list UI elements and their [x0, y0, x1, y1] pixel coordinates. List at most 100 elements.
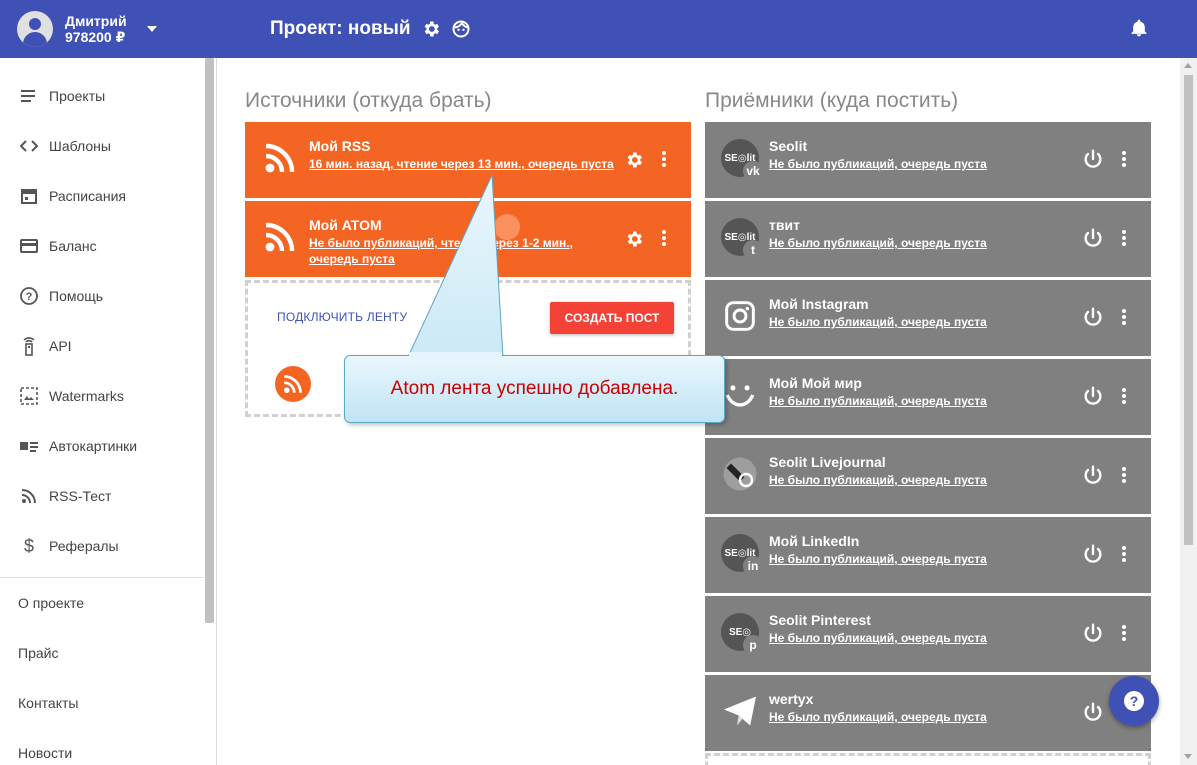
scroll-up-icon[interactable]	[1184, 63, 1192, 68]
tooltip-joint	[409, 352, 502, 358]
connect-feed-button[interactable]: ПОДКЛЮЧИТЬ ЛЕНТУ	[277, 310, 407, 324]
user-menu[interactable]: Дмитрий 978200 ₽	[0, 0, 217, 58]
receiver-status-link[interactable]: Не было публикаций, очередь пуста	[769, 156, 987, 172]
receiver-status-link[interactable]: Не было публикаций, очередь пуста	[769, 235, 987, 251]
calendar-icon	[19, 186, 39, 206]
image-list-icon	[19, 436, 39, 456]
scroll-down-icon[interactable]	[1184, 754, 1192, 759]
receiver-status-link[interactable]: Не было публикаций, очередь пуста	[769, 472, 987, 488]
source-status-link[interactable]: 16 мин. назад, чтение через 13 мин., оче…	[309, 156, 619, 172]
moymir-icon	[721, 376, 759, 414]
receiver-card[interactable]: SE◎lit t твит Не было публикаций, очередь…	[705, 201, 1151, 277]
user-balance: 978200 ₽	[65, 29, 126, 45]
sidebar-item-help[interactable]: ? Помощь	[0, 271, 216, 321]
sidebar-item-label: Автокартинки	[49, 438, 138, 454]
rss-icon	[19, 486, 39, 506]
source-status-link[interactable]: Не было публикаций, чтение через 1-2 мин…	[309, 235, 619, 267]
gear-icon[interactable]	[624, 150, 644, 175]
more-vert-icon[interactable]	[1121, 308, 1127, 331]
power-icon[interactable]	[1082, 701, 1104, 728]
caret-down-icon[interactable]	[146, 26, 157, 32]
source-card[interactable]: Мой RSS 16 мин. назад, чтение через 13 м…	[245, 122, 691, 198]
more-vert-icon[interactable]	[661, 150, 667, 173]
sidebar-item-balance[interactable]: Баланс	[0, 221, 216, 271]
more-vert-icon[interactable]	[1121, 624, 1127, 647]
receiver-card[interactable]: Seolit Livejournal Не было публикаций, о…	[705, 438, 1151, 514]
gear-icon[interactable]	[624, 229, 644, 254]
receiver-status-link[interactable]: Не было публикаций, очередь пуста	[769, 314, 987, 330]
receiver-name: Seolit	[769, 138, 808, 154]
watermark-icon	[19, 386, 39, 406]
more-vert-icon[interactable]	[1121, 150, 1127, 173]
more-vert-icon[interactable]	[1121, 229, 1127, 252]
list-icon	[19, 86, 39, 106]
more-vert-icon[interactable]	[1121, 466, 1127, 489]
remote-icon	[19, 336, 39, 356]
sidebar-item-watermarks[interactable]: Watermarks	[0, 371, 216, 421]
power-icon[interactable]	[1082, 306, 1104, 333]
receiver-name: Мой LinkedIn	[769, 533, 860, 549]
receiver-status-link[interactable]: Не было публикаций, очередь пуста	[769, 551, 987, 567]
power-icon[interactable]	[1082, 622, 1104, 649]
sidebar-item-referrals[interactable]: $ Рефералы	[0, 521, 216, 571]
sidebar-link-news[interactable]: Новости	[0, 728, 216, 765]
receivers-title: Приёмники (куда постить)	[705, 89, 959, 112]
source-name: Мой ATOM	[309, 217, 382, 233]
more-vert-icon[interactable]	[661, 229, 667, 252]
receiver-card[interactable]: Мой Instagram Не было публикаций, очеред…	[705, 280, 1151, 356]
sidebar-link-about[interactable]: О проекте	[0, 578, 216, 628]
pinterest-icon: SE◎ p	[721, 613, 763, 655]
sidebar-item-templates[interactable]: Шаблоны	[0, 121, 216, 171]
sidebar-item-rss-test[interactable]: RSS-Тест	[0, 471, 216, 521]
power-icon[interactable]	[1082, 543, 1104, 570]
sidebar-link-price[interactable]: Прайс	[0, 628, 216, 678]
user-name: Дмитрий	[65, 13, 127, 29]
gear-icon[interactable]	[421, 19, 441, 39]
rss-icon[interactable]	[275, 366, 311, 402]
receiver-status-link[interactable]: Не было публикаций, очередь пуста	[769, 393, 987, 409]
more-vert-icon[interactable]	[1121, 387, 1127, 410]
sidebar-item-label: Помощь	[49, 288, 104, 304]
receiver-name: Seolit Livejournal	[769, 454, 886, 470]
top-bar: Проект: новый	[217, 0, 1197, 58]
help-button[interactable]: ?	[1109, 676, 1159, 726]
sidebar-item-autoimages[interactable]: Автокартинки	[0, 421, 216, 471]
sidebar: Проекты Шаблоны Расписания Баланс ? Помо…	[0, 58, 217, 765]
bell-icon[interactable]	[1129, 17, 1149, 44]
receiver-card[interactable]: wertyx Не было публикаций, очередь пуста	[705, 675, 1151, 751]
receiver-card[interactable]: SE◎lit in Мой LinkedIn Не было публикаций…	[705, 517, 1151, 593]
main-scrollbar-thumb[interactable]	[1184, 75, 1193, 545]
help-icon: ?	[19, 286, 39, 306]
receiver-status-link[interactable]: Не было публикаций, очередь пуста	[769, 630, 987, 646]
receiver-name: Seolit Pinterest	[769, 612, 871, 628]
receiver-card[interactable]: SE◎lit vk Seolit Не было публикаций, очер…	[705, 122, 1151, 198]
add-receiver-box	[705, 753, 1151, 765]
linkedin-icon: SE◎lit in	[721, 534, 763, 576]
receiver-name: твит	[769, 217, 800, 233]
power-icon[interactable]	[1082, 385, 1104, 412]
source-name: Мой RSS	[309, 138, 371, 154]
sidebar-item-label: Баланс	[49, 238, 97, 254]
svg-text:?: ?	[26, 291, 33, 303]
sidebar-scrollbar[interactable]	[205, 58, 214, 623]
receiver-card[interactable]: SE◎ p Seolit Pinterest Не было публикаций…	[705, 596, 1151, 672]
sidebar-item-label: Проекты	[49, 88, 106, 104]
face-icon[interactable]	[451, 19, 471, 39]
receiver-card[interactable]: Мой Мой мир Не было публикаций, очередь …	[705, 359, 1151, 435]
create-post-button[interactable]: СОЗДАТЬ ПОСТ	[550, 302, 674, 334]
sidebar-item-schedules[interactable]: Расписания	[0, 171, 216, 221]
help-icon: ?	[1124, 691, 1144, 711]
source-card[interactable]: Мой ATOM Не было публикаций, чтение чере…	[245, 201, 691, 277]
sidebar-item-projects[interactable]: Проекты	[0, 71, 216, 121]
power-icon[interactable]	[1082, 148, 1104, 175]
power-icon[interactable]	[1082, 464, 1104, 491]
power-icon[interactable]	[1082, 227, 1104, 254]
more-vert-icon[interactable]	[1121, 545, 1127, 568]
receiver-status-link[interactable]: Не было публикаций, очередь пуста	[769, 709, 987, 725]
sidebar-link-contacts[interactable]: Контакты	[0, 678, 216, 728]
rss-icon	[261, 218, 299, 256]
livejournal-icon	[721, 455, 759, 493]
sidebar-item-api[interactable]: API	[0, 321, 216, 371]
project-title: Проект: новый	[270, 18, 411, 39]
vk-icon: SE◎lit vk	[721, 139, 763, 181]
